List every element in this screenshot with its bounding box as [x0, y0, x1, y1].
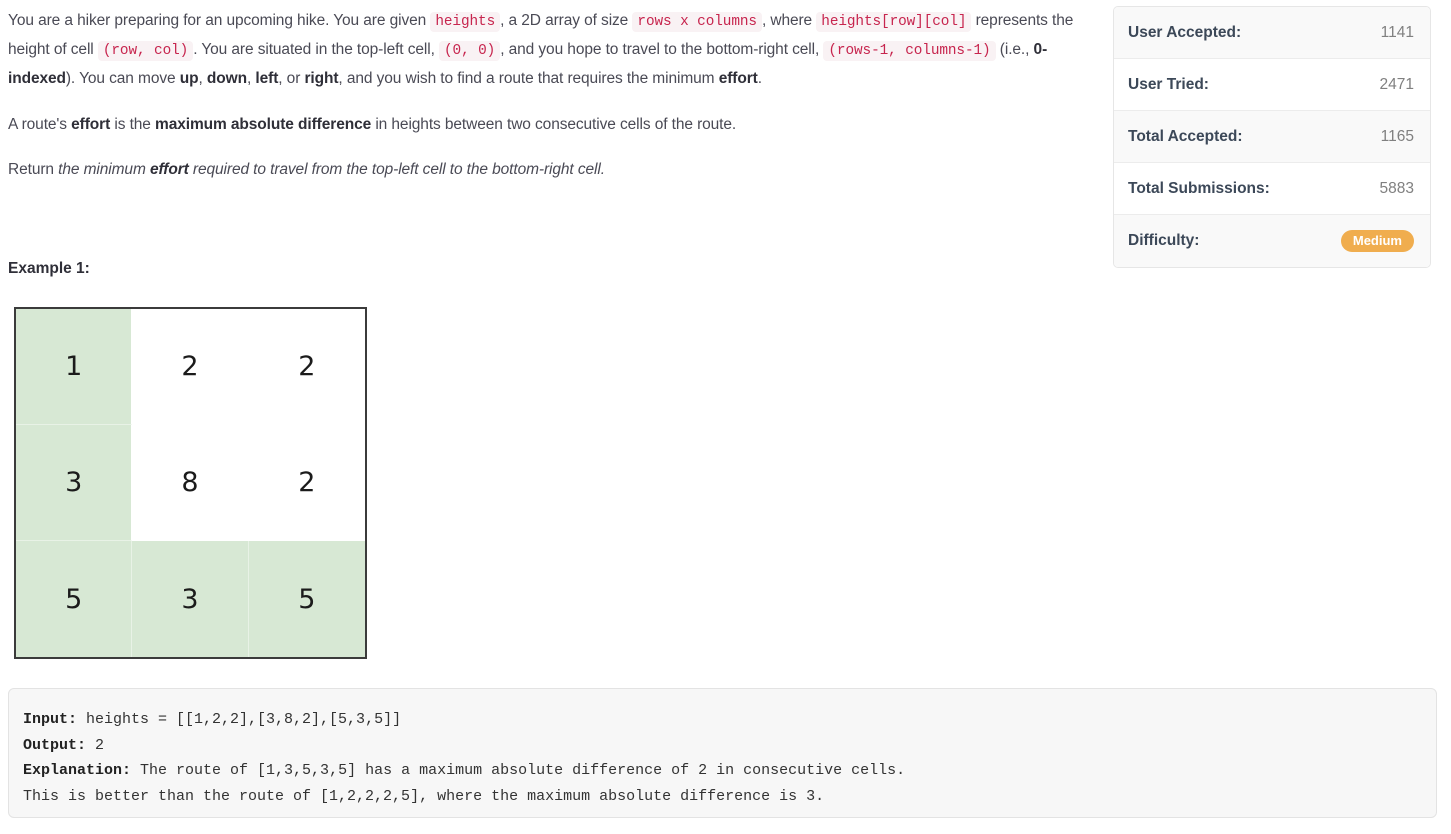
- stat-label: User Tried:: [1128, 75, 1209, 93]
- stat-value: 2471: [1379, 75, 1414, 93]
- problem-page: You are a hiker preparing for an upcomin…: [0, 0, 1451, 834]
- stat-row: Total Accepted: 1165: [1114, 111, 1430, 163]
- text-fragment: , or: [278, 70, 305, 88]
- grid-cell-1-1: 8: [132, 425, 249, 541]
- grid-cell-1-2: 2: [248, 425, 365, 541]
- heights-grid-figure: 122382535: [14, 307, 367, 659]
- grid-cell-2-1: 3: [132, 541, 249, 657]
- stat-label: Total Submissions:: [1128, 179, 1270, 197]
- emphasis-effort: effort: [149, 160, 189, 178]
- stat-row: Difficulty: Medium: [1114, 215, 1430, 267]
- text-fragment: , a 2D array of size: [500, 12, 633, 29]
- stat-label: Total Accepted:: [1128, 127, 1243, 145]
- code-heights: heights: [430, 12, 501, 32]
- stat-row: User Tried: 2471: [1114, 59, 1430, 111]
- emphasis-effort: effort: [718, 70, 758, 88]
- text-fragment: , and you hope to travel to the bottom-r…: [500, 41, 824, 59]
- code-rows-minus-one: (rows-1, columns-1): [823, 41, 996, 62]
- stat-value: 1165: [1380, 127, 1414, 145]
- stat-row: User Accepted: 1141: [1114, 7, 1430, 59]
- text-fragment: ). You can move: [65, 70, 180, 88]
- code-row-col: (row, col): [97, 41, 194, 62]
- grid-cell-2-2: 5: [248, 541, 365, 657]
- example-1-block: Input: heights = [[1,2,2],[3,8,2],[5,3,5…: [8, 688, 1437, 818]
- output-label: Output:: [23, 736, 87, 754]
- text-fragment: Return: [8, 160, 59, 178]
- input-value: heights = [[1,2,2],[3,8,2],[5,3,5]]: [77, 711, 402, 728]
- text-fragment: required to travel from the top-left cel…: [188, 160, 605, 178]
- emphasis-minimum-effort-phrase: the minimum effort required to travel fr…: [58, 161, 605, 178]
- text-fragment: .: [757, 70, 762, 88]
- emphasis-down: down: [206, 70, 247, 88]
- text-fragment: , and you wish to find a route that requ…: [338, 70, 719, 88]
- text-fragment: ,: [198, 70, 207, 88]
- grid-cell-0-0: 1: [16, 309, 133, 425]
- problem-paragraph-3: Return the minimum effort required to tr…: [8, 156, 1090, 183]
- code-rows-x-columns: rows x columns: [632, 12, 762, 32]
- explanation-value: The route of [1,3,5,3,5] has a maximum a…: [23, 762, 906, 805]
- code-heights-row-col: heights[row][col]: [816, 12, 972, 32]
- grid-cell-2-0: 5: [16, 541, 133, 657]
- stat-label: Difficulty:: [1128, 232, 1200, 249]
- text-fragment: A route's: [8, 115, 72, 133]
- input-label: Input:: [23, 711, 78, 728]
- emphasis-effort: effort: [71, 115, 111, 133]
- text-fragment: is the: [110, 115, 156, 133]
- emphasis-left: left: [255, 70, 279, 88]
- text-fragment: (i.e.,: [995, 41, 1034, 59]
- problem-description: You are a hiker preparing for an upcomin…: [0, 0, 1100, 183]
- text-fragment: You are a hiker preparing for an upcomin…: [8, 12, 431, 29]
- grid-cell-0-2: 2: [248, 309, 365, 425]
- example-1-heading: Example 1:: [8, 260, 90, 277]
- text-fragment: the minimum: [58, 160, 150, 178]
- grid-cell-0-1: 2: [132, 309, 249, 425]
- stat-value: 5883: [1379, 179, 1414, 197]
- text-fragment: . You are situated in the top-left cell,: [193, 41, 439, 59]
- stat-label: User Accepted:: [1128, 23, 1242, 41]
- emphasis-up: up: [179, 70, 199, 88]
- stat-value: 1141: [1380, 23, 1414, 41]
- grid-cell-1-0: 3: [16, 425, 133, 541]
- code-zero-zero: (0, 0): [439, 41, 501, 62]
- text-fragment: , where: [761, 12, 817, 29]
- explanation-label: Explanation:: [23, 762, 132, 779]
- text-fragment: in heights between two consecutive cells…: [371, 115, 737, 133]
- emphasis-max-abs-difference: maximum absolute difference: [155, 115, 372, 133]
- output-value: 2: [86, 736, 105, 754]
- problem-paragraph-1: You are a hiker preparing for an upcomin…: [8, 7, 1090, 93]
- difficulty-badge: Medium: [1340, 230, 1414, 252]
- problem-paragraph-2: A route's effort is the maximum absolute…: [8, 111, 1090, 138]
- emphasis-right: right: [304, 70, 339, 88]
- problem-stats-panel: User Accepted: 1141 User Tried: 2471 Total A…: [1113, 6, 1431, 268]
- stat-row: Total Submissions: 5883: [1114, 163, 1430, 215]
